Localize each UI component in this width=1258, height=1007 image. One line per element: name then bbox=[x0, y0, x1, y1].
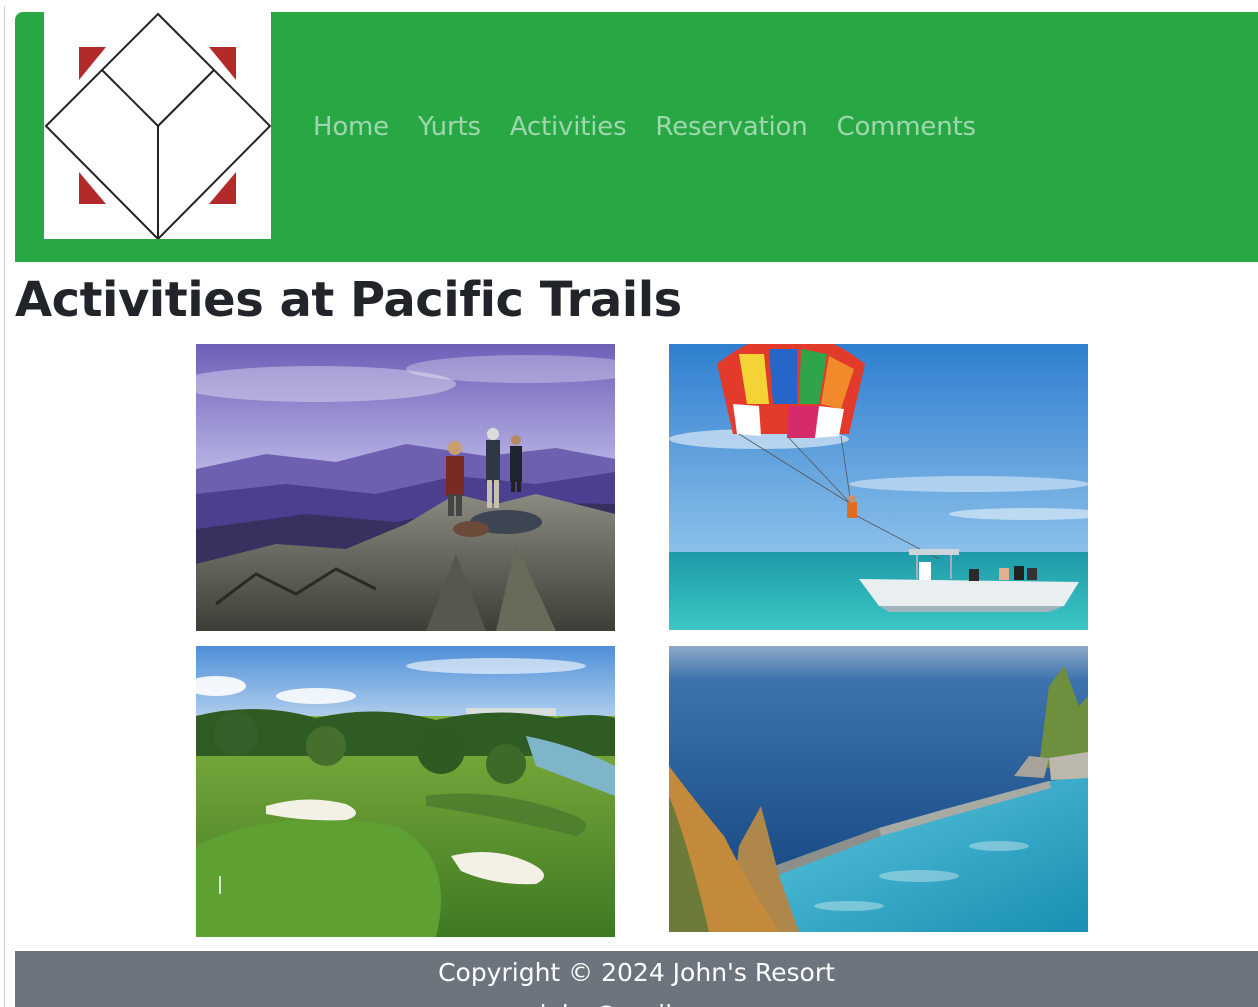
footer-email-link[interactable]: john@mail.com bbox=[15, 993, 1258, 1007]
copyright-text: Copyright © 2024 John's Resort bbox=[438, 958, 835, 987]
photo-hikers bbox=[196, 344, 615, 631]
site-header: Home Yurts Activities Reservation Commen… bbox=[15, 12, 1258, 262]
nav-comments[interactable]: Comments bbox=[836, 108, 976, 146]
photo-parasailing bbox=[669, 344, 1088, 630]
cube-logo-icon bbox=[44, 12, 271, 239]
nav-reservation[interactable]: Reservation bbox=[655, 108, 807, 146]
nav-activities[interactable]: Activities bbox=[510, 108, 627, 146]
nav-home[interactable]: Home bbox=[313, 108, 389, 146]
nav-yurts[interactable]: Yurts bbox=[418, 108, 481, 146]
page-title: Activities at Pacific Trails bbox=[15, 272, 682, 328]
photo-golf-course bbox=[196, 646, 615, 937]
site-footer: Copyright © 2024 John's Resort john@mail… bbox=[15, 951, 1258, 1007]
window-edge bbox=[4, 6, 5, 1007]
photo-infinity-pool bbox=[669, 646, 1088, 932]
page: Home Yurts Activities Reservation Commen… bbox=[0, 0, 1258, 1007]
main-nav: Home Yurts Activities Reservation Commen… bbox=[313, 108, 1005, 146]
resort-logo[interactable] bbox=[44, 12, 271, 239]
